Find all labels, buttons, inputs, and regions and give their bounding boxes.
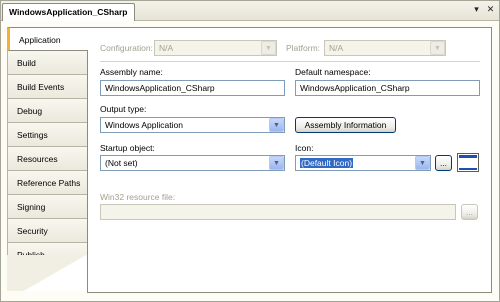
win32-resource-label: Win32 resource file: [100,192,176,202]
startup-object-value: (Not set) [105,158,138,168]
assembly-name-field[interactable]: WindowsApplication_CSharp [100,80,285,96]
default-namespace-label: Default namespace: [295,67,371,77]
default-namespace-value: WindowsApplication_CSharp [300,83,410,93]
icon-browse-button[interactable]: ... [435,155,452,171]
tab-label: Security [17,226,48,236]
platform-dropdown: N/A ▼ [324,40,446,56]
icon-dropdown[interactable]: (Default Icon) ▼ [295,155,431,171]
win32-resource-field [100,204,456,220]
chevron-down-icon: ▼ [261,41,276,55]
tab-build[interactable]: Build [7,51,88,75]
configuration-dropdown: N/A ▼ [154,40,277,56]
application-icon-preview [457,153,479,172]
project-properties-window: WindowsApplication_CSharp ▾ ✕ Applicatio… [0,0,500,302]
platform-value: N/A [329,43,344,53]
platform-label: Platform: [286,43,321,53]
startup-object-label: Startup object: [100,143,155,153]
icon-label: Icon: [295,143,314,153]
tab-label: Resources [17,154,58,164]
assembly-name-label: Assembly name: [100,67,163,77]
tab-list-dropdown-icon[interactable]: ▾ [471,4,482,15]
tab-label: Settings [17,130,48,140]
output-type-value: Windows Application [105,120,183,130]
close-icon[interactable]: ✕ [485,4,496,15]
win32-browse-button: ... [461,204,478,220]
page-curl [7,255,87,291]
output-type-label: Output type: [100,104,147,114]
tab-security[interactable]: Security [7,219,88,243]
tab-label: Signing [17,202,46,212]
tab-application[interactable]: Application [7,27,88,51]
chevron-down-icon: ▼ [430,41,445,55]
document-tab-strip: WindowsApplication_CSharp ▾ ✕ [1,1,499,21]
icon-value: (Default Icon) [300,158,354,168]
output-type-dropdown[interactable]: Windows Application ▼ [100,117,285,133]
tab-label: Reference Paths [17,178,81,188]
configuration-value: N/A [159,43,174,53]
tab-build-events[interactable]: Build Events [7,75,88,99]
tab-signing[interactable]: Signing [7,195,88,219]
document-tab[interactable]: WindowsApplication_CSharp [2,3,135,21]
tab-label: Build [17,58,36,68]
chevron-down-icon[interactable]: ▼ [269,156,284,170]
chevron-down-icon[interactable]: ▼ [415,156,430,170]
tab-reference-paths[interactable]: Reference Paths [7,171,88,195]
tab-resources[interactable]: Resources [7,147,88,171]
chevron-down-icon[interactable]: ▼ [269,118,284,132]
assembly-information-button[interactable]: Assembly Information [295,117,396,133]
tab-label: Build Events [17,82,65,92]
divider [100,61,480,62]
tab-debug[interactable]: Debug [7,99,88,123]
configuration-label: Configuration: [100,43,153,53]
application-settings-panel: Configuration: N/A ▼ Platform: N/A ▼ Ass… [87,27,492,293]
startup-object-dropdown[interactable]: (Not set) ▼ [100,155,285,171]
default-namespace-field[interactable]: WindowsApplication_CSharp [295,80,480,96]
tab-settings[interactable]: Settings [7,123,88,147]
assembly-name-value: WindowsApplication_CSharp [105,83,215,93]
tab-label: Application [19,35,61,45]
tab-label: Debug [17,106,43,116]
